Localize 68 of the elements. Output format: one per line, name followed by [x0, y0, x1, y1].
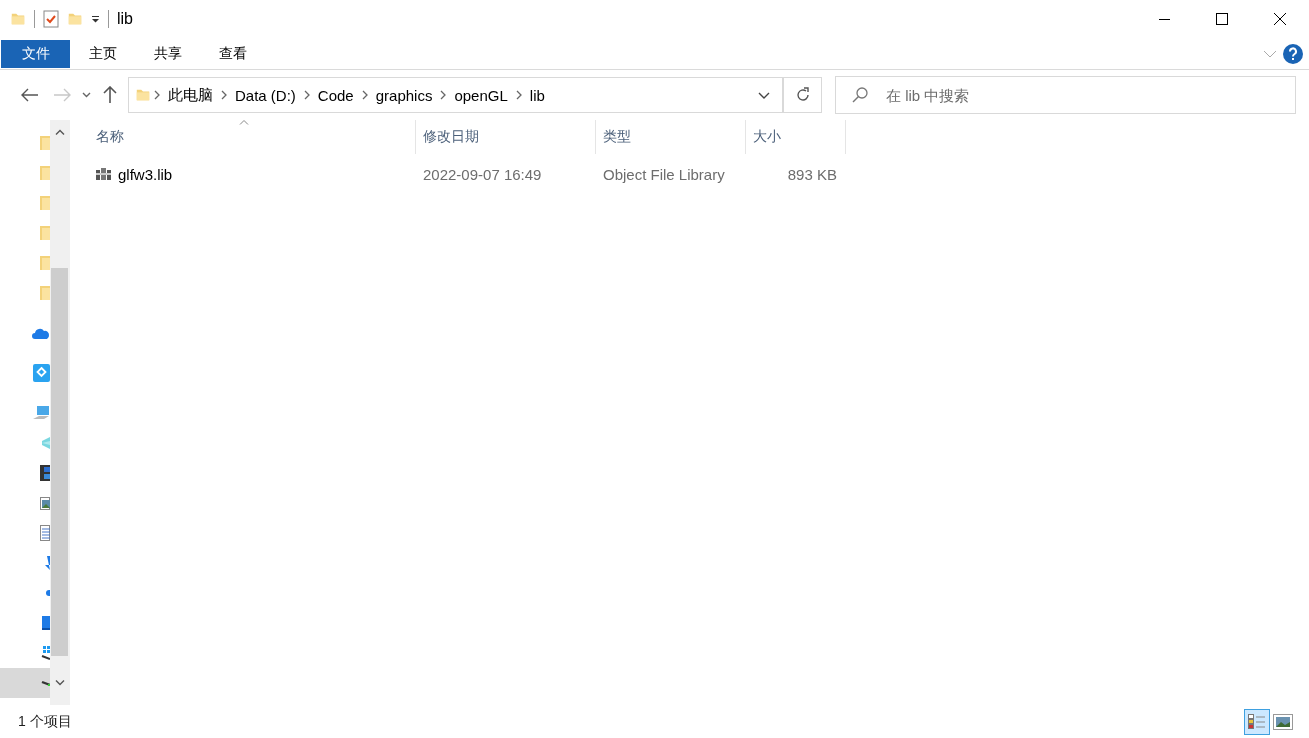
breadcrumb-item[interactable]: 此电脑 — [163, 85, 218, 105]
folder-icon — [40, 255, 50, 271]
scroll-down-icon[interactable] — [55, 680, 65, 686]
breadcrumb-item[interactable]: openGL — [449, 86, 513, 104]
cube-icon — [40, 435, 50, 451]
scroll-up-icon[interactable] — [55, 129, 65, 135]
close-icon — [1274, 13, 1286, 25]
up-arrow-icon — [103, 86, 117, 104]
search-field[interactable]: 在 lib 中搜索 — [835, 76, 1296, 114]
folder-icon — [40, 165, 50, 181]
file-type: Object File Library — [602, 165, 726, 183]
folder-icon — [40, 225, 50, 241]
folder-icon — [40, 135, 50, 151]
drive-icon — [41, 679, 50, 687]
large-icons-view-icon — [1273, 713, 1293, 730]
dropdown-icon[interactable] — [91, 15, 100, 23]
maximize-icon — [1216, 13, 1228, 25]
help-icon[interactable] — [1283, 43, 1303, 64]
chevron-right-icon[interactable] — [360, 90, 369, 100]
app-icon — [33, 364, 50, 382]
chevron-right-icon[interactable] — [220, 90, 228, 100]
minimize-icon — [1158, 18, 1170, 20]
column-header[interactable]: 大小 — [746, 120, 846, 154]
file-size: 893 KB — [786, 165, 838, 183]
window-title: lib — [117, 10, 133, 28]
breadcrumb-item[interactable]: graphics — [370, 86, 438, 104]
details-view-icon — [1248, 713, 1266, 730]
forward-arrow-icon — [53, 88, 71, 102]
properties-icon[interactable] — [43, 10, 59, 28]
file-name[interactable]: glfw3.lib — [118, 165, 173, 183]
desktop-icon — [40, 615, 50, 631]
folder-icon — [135, 87, 151, 103]
column-header[interactable]: 修改日期 — [416, 120, 596, 154]
breadcrumb-item[interactable]: Code — [312, 86, 359, 104]
refresh-icon — [794, 87, 811, 103]
computer-icon — [32, 405, 50, 421]
column-header[interactable]: 名称 — [89, 120, 416, 154]
address-bar[interactable]: 此电脑 Data (D:) Code graphics openGL lib — [128, 77, 784, 113]
folder-icon — [40, 285, 50, 301]
breadcrumb-item[interactable]: lib — [524, 86, 550, 104]
ribbon-tab[interactable]: 查看 — [200, 39, 265, 68]
scrollbar[interactable] — [50, 120, 70, 705]
chevron-right-icon[interactable] — [302, 90, 311, 100]
windows-drive-icon — [40, 645, 50, 661]
breadcrumb-item[interactable]: Data (D:) — [230, 86, 301, 104]
scrollbar-thumb[interactable] — [51, 268, 68, 656]
column-header[interactable]: 类型 — [596, 120, 746, 154]
cloud-icon — [32, 326, 50, 340]
chevron-right-icon[interactable] — [439, 90, 448, 100]
library-file-icon — [96, 167, 112, 181]
music-note-icon — [46, 590, 50, 596]
back-arrow-icon — [21, 88, 39, 102]
ribbon-tab[interactable]: 主页 — [70, 39, 135, 68]
chevron-down-icon[interactable] — [758, 91, 770, 99]
ribbon-tab[interactable]: 共享 — [135, 39, 200, 68]
search-icon — [852, 87, 868, 103]
document-icon — [40, 525, 50, 541]
view-button[interactable] — [1244, 708, 1270, 735]
chevron-down-icon — [81, 92, 91, 98]
item-count: 1 个项目 — [18, 712, 72, 731]
folder-icon — [40, 195, 50, 211]
expand-ribbon-icon[interactable] — [1263, 49, 1277, 58]
modified-date: 2022-09-07 16:49 — [422, 165, 543, 183]
chevron-right-icon[interactable] — [514, 90, 523, 100]
chevron-right-icon[interactable] — [153, 90, 161, 100]
picture-icon — [40, 495, 50, 511]
refresh-button[interactable] — [784, 77, 822, 113]
film-icon — [40, 465, 50, 481]
